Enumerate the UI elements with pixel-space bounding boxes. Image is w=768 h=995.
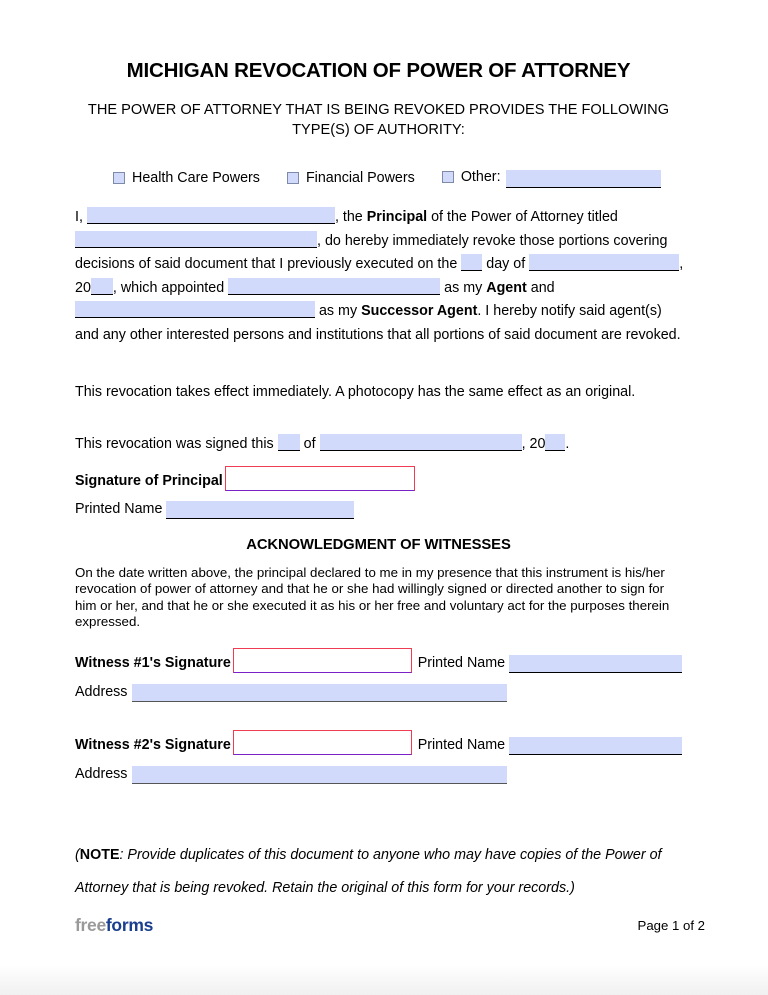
successor-bold-label: Successor Agent bbox=[361, 303, 478, 320]
principal-signature-input[interactable] bbox=[224, 466, 415, 492]
revocation-text-6: day of bbox=[486, 256, 526, 273]
witness-2-address-label: Address bbox=[75, 765, 128, 782]
revocation-line-5: as my Successor Agent. I hereby notify s… bbox=[75, 300, 682, 324]
witnesses-heading: ACKNOWLEDGMENT OF WITNESSES bbox=[246, 537, 511, 554]
signing-text-1: This revocation was signed this bbox=[75, 435, 274, 452]
document-content: MICHIGAN REVOCATION OF POWER OF ATTORNEY… bbox=[75, 0, 684, 905]
signing-date-line: This revocation was signed this of , 20. bbox=[75, 433, 682, 457]
revocation-text-5: decisions of said document that I previo… bbox=[75, 256, 458, 273]
revocation-line-4: 20 , which appointed as my Agent and bbox=[75, 277, 682, 301]
revocation-text-13: . I hereby notify said agent(s) bbox=[477, 303, 662, 320]
signing-text-2: of bbox=[303, 435, 316, 452]
witness-1-address-row: Address bbox=[75, 683, 682, 702]
document-subtitle: THE POWER OF ATTORNEY THAT IS BEING REVO… bbox=[87, 101, 670, 139]
signing-text-4: . bbox=[565, 435, 570, 452]
page-title: MICHIGAN REVOCATION OF POWER OF ATTORNEY bbox=[126, 59, 631, 82]
revocation-paragraph: I, , the Principal of the Power of Attor… bbox=[75, 206, 684, 348]
logo-text-forms: forms bbox=[105, 915, 154, 935]
witness-statement: On the date written above, the principal… bbox=[75, 565, 670, 629]
revocation-text-3: of the Power of Attorney titled bbox=[427, 208, 618, 225]
witness-1-address-input[interactable] bbox=[132, 683, 508, 702]
revocation-text-4: , do hereby immediately revoke those por… bbox=[317, 232, 668, 249]
revocation-text-1: I, bbox=[75, 208, 83, 225]
signing-month-input[interactable] bbox=[319, 433, 522, 451]
execution-year-input[interactable] bbox=[90, 277, 113, 295]
checkbox-icon-other[interactable] bbox=[441, 170, 454, 183]
checkbox-icon-financial[interactable] bbox=[286, 171, 299, 184]
principal-printed-name-input[interactable] bbox=[166, 501, 355, 520]
agent-bold-label: Agent bbox=[486, 279, 527, 296]
authority-types-row: Health Care Powers Financial Powers Othe… bbox=[75, 168, 682, 188]
witness-2-printed-name-input[interactable] bbox=[509, 736, 682, 755]
checkbox-label-other: Other: bbox=[460, 168, 501, 185]
successor-agent-input[interactable] bbox=[75, 301, 315, 319]
witness-2-address-row: Address bbox=[75, 765, 682, 784]
revocation-text-2: , the bbox=[334, 208, 367, 225]
revocation-line-6: and any other interested persons and ins… bbox=[75, 324, 682, 348]
revocation-text-7: , bbox=[679, 256, 684, 273]
checkbox-label-health-care: Health Care Powers bbox=[132, 169, 260, 186]
document-page: MICHIGAN REVOCATION OF POWER OF ATTORNEY… bbox=[0, 0, 768, 995]
page-bottom-shade bbox=[0, 965, 768, 995]
note-text-1: : Provide duplicates of this document to… bbox=[119, 846, 662, 863]
revocation-text-14: and any other interested persons and ins… bbox=[75, 326, 681, 343]
effect-paragraph: This revocation takes effect immediately… bbox=[75, 383, 636, 400]
principal-signature-label: Signature of Principal bbox=[75, 473, 223, 490]
revocation-text-9: , which appointed bbox=[112, 279, 225, 296]
checkbox-icon-health-care[interactable] bbox=[113, 171, 125, 184]
witness-1-printed-name-input[interactable] bbox=[509, 654, 682, 673]
principal-printed-name-label: Printed Name bbox=[75, 501, 163, 518]
principal-printed-name-row: Printed Name bbox=[75, 501, 682, 520]
revocation-text-11: and bbox=[526, 279, 555, 296]
witness-2-signature-input[interactable] bbox=[232, 729, 412, 755]
signing-text-3: , 20 bbox=[521, 435, 546, 452]
witness-1-address-label: Address bbox=[75, 683, 128, 700]
other-authority-input[interactable] bbox=[505, 169, 661, 188]
note-line-1: (NOTE: Provide duplicates of this docume… bbox=[75, 839, 682, 872]
revocation-line-2: , do hereby immediately revoke those por… bbox=[75, 230, 682, 254]
checkbox-group-financial[interactable]: Financial Powers bbox=[286, 169, 415, 186]
witness-1-signature-input[interactable] bbox=[232, 647, 412, 673]
revocation-text-10: as my bbox=[440, 279, 487, 296]
witness-2-address-input[interactable] bbox=[132, 765, 508, 784]
principal-name-input[interactable] bbox=[86, 206, 335, 224]
witness-1-signature-row: Witness #1's Signature Printed Name bbox=[75, 647, 682, 673]
witness-2-signature-row: Witness #2's Signature Printed Name bbox=[75, 729, 682, 755]
note-block: (NOTE: Provide duplicates of this docume… bbox=[75, 839, 682, 905]
signing-day-input[interactable] bbox=[277, 433, 300, 451]
principal-bold-label: Principal bbox=[366, 208, 428, 225]
execution-day-input[interactable] bbox=[461, 254, 483, 272]
witness-2-printed-name-label: Printed Name bbox=[417, 736, 506, 753]
principal-signature-row: Signature of Principal bbox=[75, 466, 682, 492]
checkbox-label-financial: Financial Powers bbox=[305, 169, 415, 186]
page-footer: freeforms Page 1 of 2 bbox=[75, 915, 705, 936]
revocation-text-12: as my bbox=[315, 303, 362, 320]
note-bold-label: NOTE bbox=[79, 846, 120, 863]
revocation-text-8: 20 bbox=[75, 279, 91, 296]
revocation-line-3: decisions of said document that I previo… bbox=[75, 253, 684, 277]
logo-text-free: free bbox=[75, 915, 106, 935]
agent-name-input[interactable] bbox=[228, 277, 441, 295]
checkbox-group-other[interactable]: Other: bbox=[441, 168, 661, 188]
signing-year-input[interactable] bbox=[545, 433, 566, 451]
freeforms-logo[interactable]: freeforms bbox=[75, 915, 153, 936]
checkbox-group-health-care[interactable]: Health Care Powers bbox=[113, 170, 260, 186]
revocation-line-1: I, , the Principal of the Power of Attor… bbox=[75, 206, 682, 230]
witness-1-printed-name-label: Printed Name bbox=[417, 654, 506, 671]
witness-2-signature-label: Witness #2's Signature bbox=[75, 736, 231, 753]
witness-1-signature-label: Witness #1's Signature bbox=[75, 654, 231, 671]
note-line-2: Attorney that is being revoked. Retain t… bbox=[75, 879, 575, 896]
execution-month-input[interactable] bbox=[529, 254, 680, 272]
poa-title-input[interactable] bbox=[75, 230, 317, 248]
page-number: Page 1 of 2 bbox=[637, 918, 705, 933]
